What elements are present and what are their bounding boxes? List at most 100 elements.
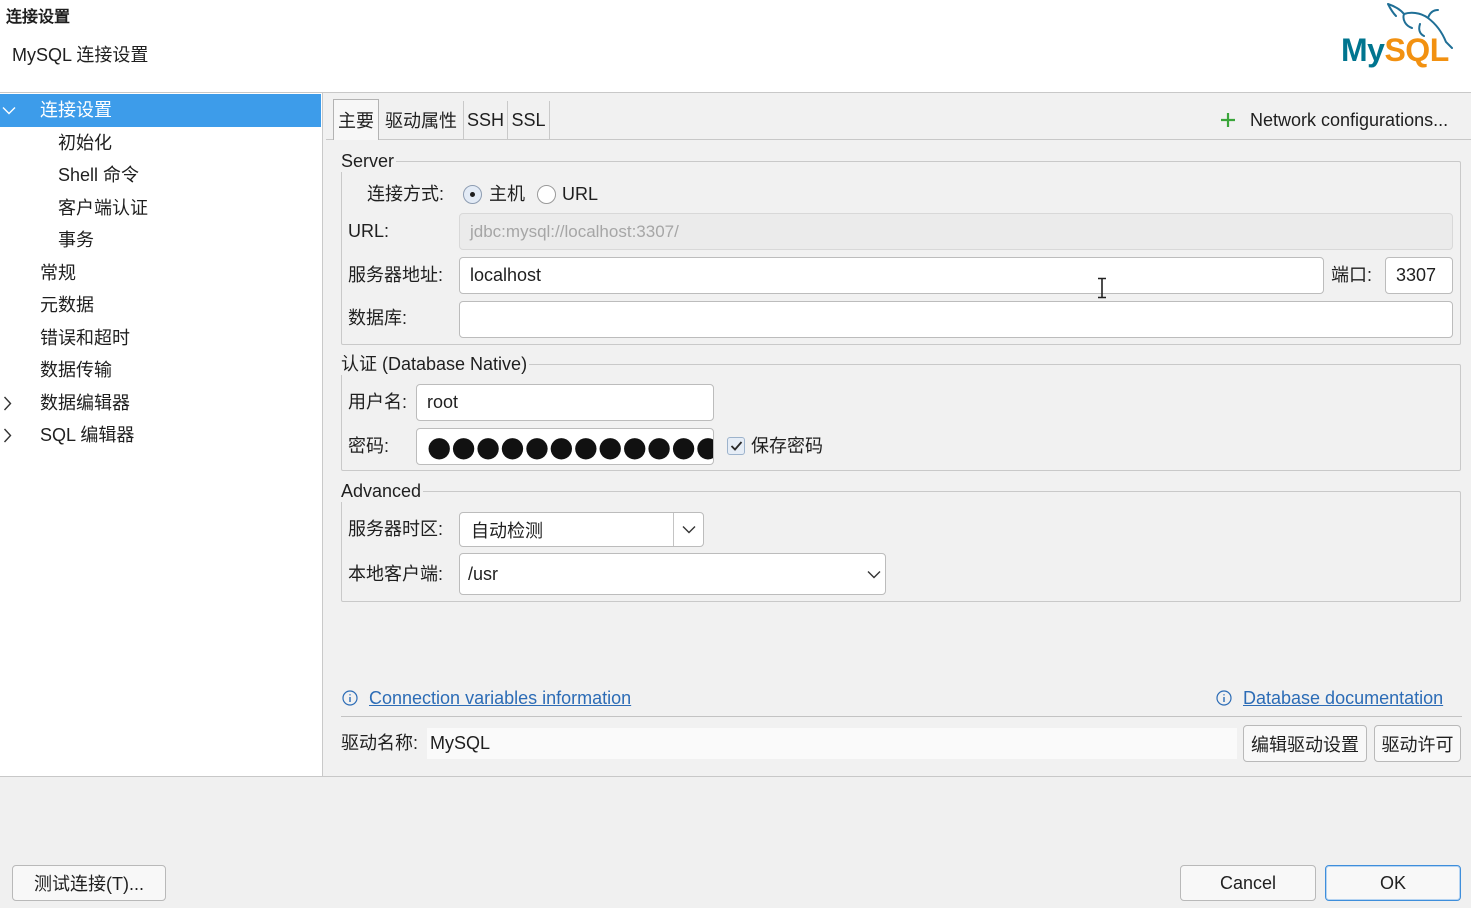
tab-label: 主要 bbox=[338, 111, 374, 131]
port-value: 3307 bbox=[1396, 265, 1437, 285]
tree-item-label: 数据编辑器 bbox=[40, 392, 130, 413]
url-field: jdbc:mysql://localhost:3307/ bbox=[459, 213, 1453, 250]
database-field[interactable] bbox=[459, 301, 1453, 338]
chevron-right-icon[interactable] bbox=[3, 428, 12, 443]
button-label: Cancel bbox=[1219, 872, 1277, 893]
tab-label: 驱动属性 bbox=[385, 111, 457, 131]
info-icon bbox=[342, 690, 358, 706]
save-password-checkbox[interactable] bbox=[727, 437, 745, 455]
database-label: 数据库: bbox=[348, 308, 408, 328]
checkmark-icon bbox=[730, 441, 743, 451]
tree-item-shell-commands[interactable]: Shell 命令 bbox=[0, 159, 321, 192]
text-cursor-icon bbox=[1098, 277, 1106, 299]
tree-item-metadata[interactable]: 元数据 bbox=[0, 289, 321, 322]
ok-button[interactable]: OK bbox=[1325, 865, 1461, 901]
chevron-down-icon[interactable] bbox=[867, 570, 881, 579]
tab-ssh[interactable]: SSH bbox=[464, 101, 508, 139]
combo-separator bbox=[673, 513, 674, 546]
tree-item-transactions[interactable]: 事务 bbox=[0, 224, 321, 257]
tab-label: SSH bbox=[466, 109, 504, 130]
plus-icon bbox=[1221, 113, 1235, 127]
tree-item-label: 常规 bbox=[40, 262, 76, 283]
tree-item-init[interactable]: 初始化 bbox=[0, 127, 321, 160]
button-label: OK bbox=[1379, 872, 1406, 893]
driver-name-label: 驱动名称: bbox=[341, 733, 419, 753]
port-label: 端口: bbox=[1331, 265, 1373, 285]
edit-driver-settings-button[interactable]: 编辑驱动设置 bbox=[1243, 725, 1367, 762]
database-documentation-link[interactable]: Database documentation bbox=[1243, 687, 1443, 709]
username-value: root bbox=[427, 392, 459, 412]
save-password-label[interactable]: 保存密码 bbox=[751, 435, 823, 457]
tree-item-connection-settings[interactable]: 连接设置 bbox=[0, 94, 321, 127]
dialog-header bbox=[0, 0, 1471, 92]
tree-item-errors-timeouts[interactable]: 错误和超时 bbox=[0, 322, 321, 355]
tree-item-label: 客户端认证 bbox=[58, 197, 148, 218]
tree-item-label: 事务 bbox=[58, 230, 94, 250]
tree-item-label: 错误和超时 bbox=[40, 327, 130, 348]
tree-item-label: 元数据 bbox=[40, 295, 94, 315]
local-client-label: 本地客户端: bbox=[348, 564, 444, 584]
mysql-logo: MySQL bbox=[1338, 0, 1468, 68]
tab-ssl[interactable]: SSL bbox=[508, 101, 550, 139]
connection-variables-link[interactable]: Connection variables information bbox=[369, 687, 631, 709]
logo-sql: SQL bbox=[1384, 32, 1449, 68]
tree-item-label: Shell 命令 bbox=[58, 165, 140, 185]
url-value: jdbc:mysql://localhost:3307/ bbox=[470, 221, 679, 241]
username-label: 用户名: bbox=[348, 392, 408, 412]
tab-driver-properties[interactable]: 驱动属性 bbox=[379, 101, 464, 139]
tree-item-data-editor[interactable]: 数据编辑器 bbox=[0, 387, 321, 420]
links-divider bbox=[341, 716, 1462, 717]
radio-url[interactable] bbox=[537, 185, 556, 204]
local-client-combo[interactable]: /usr bbox=[459, 553, 886, 595]
driver-license-button[interactable]: 驱动许可 bbox=[1374, 725, 1461, 762]
network-configurations-label: Network configurations... bbox=[1250, 110, 1449, 130]
tab-label: SSL bbox=[511, 109, 546, 130]
tree-item-general[interactable]: 常规 bbox=[0, 257, 321, 290]
tree-item-client-auth[interactable]: 客户端认证 bbox=[0, 192, 321, 225]
host-value: localhost bbox=[470, 265, 542, 285]
tab-bar-divider bbox=[326, 139, 1471, 140]
tree-item-sql-editor[interactable]: SQL 编辑器 bbox=[0, 419, 321, 452]
password-mask: ●●●●●●●●●●●●●●●● bbox=[427, 429, 714, 463]
dialog-subtitle: MySQL 连接设置 bbox=[12, 45, 149, 65]
test-connection-button[interactable]: 测试连接(T)... bbox=[12, 865, 166, 901]
host-field[interactable]: localhost bbox=[459, 257, 1324, 294]
radio-host[interactable] bbox=[463, 185, 482, 204]
tree-item-label: 连接设置 bbox=[40, 100, 112, 120]
chevron-down-icon[interactable] bbox=[682, 525, 696, 534]
connection-mode-label: 连接方式: bbox=[367, 184, 445, 204]
username-field[interactable]: root bbox=[416, 384, 714, 421]
server-timezone-value: 自动检测 bbox=[471, 520, 543, 541]
driver-name-field: MySQL bbox=[427, 728, 1237, 759]
advanced-group-title: Advanced bbox=[341, 480, 424, 502]
radio-url-label[interactable]: URL bbox=[562, 183, 598, 205]
settings-tree: 连接设置 初始化 Shell 命令 客户端认证 事务 常规 元数据 错误和超时 … bbox=[0, 93, 322, 776]
radio-host-label[interactable]: 主机 bbox=[489, 183, 525, 205]
logo-wordmark: MySQL bbox=[1341, 32, 1449, 68]
tree-item-label: 数据传输 bbox=[40, 360, 112, 380]
driver-name-value: MySQL bbox=[430, 733, 491, 753]
local-client-value: /usr bbox=[468, 563, 499, 584]
tab-main[interactable]: 主要 bbox=[333, 99, 379, 140]
password-label: 密码: bbox=[348, 436, 390, 456]
auth-group-title: 认证 (Database Native) bbox=[341, 353, 530, 375]
info-icon bbox=[1216, 690, 1232, 706]
server-timezone-combo[interactable]: 自动检测 bbox=[459, 512, 704, 547]
tree-item-label: 初始化 bbox=[58, 132, 112, 153]
host-label: 服务器地址: bbox=[348, 265, 444, 285]
port-field[interactable]: 3307 bbox=[1385, 257, 1453, 294]
chevron-right-icon[interactable] bbox=[3, 396, 12, 411]
network-configurations-button[interactable]: Network configurations... bbox=[1216, 108, 1456, 132]
cancel-button[interactable]: Cancel bbox=[1180, 865, 1316, 901]
button-label: 测试连接(T)... bbox=[34, 874, 144, 894]
url-label: URL: bbox=[348, 221, 390, 241]
tree-item-data-transfer[interactable]: 数据传输 bbox=[0, 354, 321, 387]
logo-my: My bbox=[1341, 32, 1385, 68]
button-label: 驱动许可 bbox=[1381, 734, 1454, 755]
password-field[interactable]: ●●●●●●●●●●●●●●●● bbox=[416, 428, 714, 465]
tree-item-label: SQL 编辑器 bbox=[40, 425, 135, 445]
server-group-title: Server bbox=[341, 150, 397, 172]
dialog-title: 连接设置 bbox=[6, 9, 71, 26]
server-timezone-label: 服务器时区: bbox=[348, 519, 444, 539]
chevron-down-icon[interactable] bbox=[2, 106, 16, 115]
